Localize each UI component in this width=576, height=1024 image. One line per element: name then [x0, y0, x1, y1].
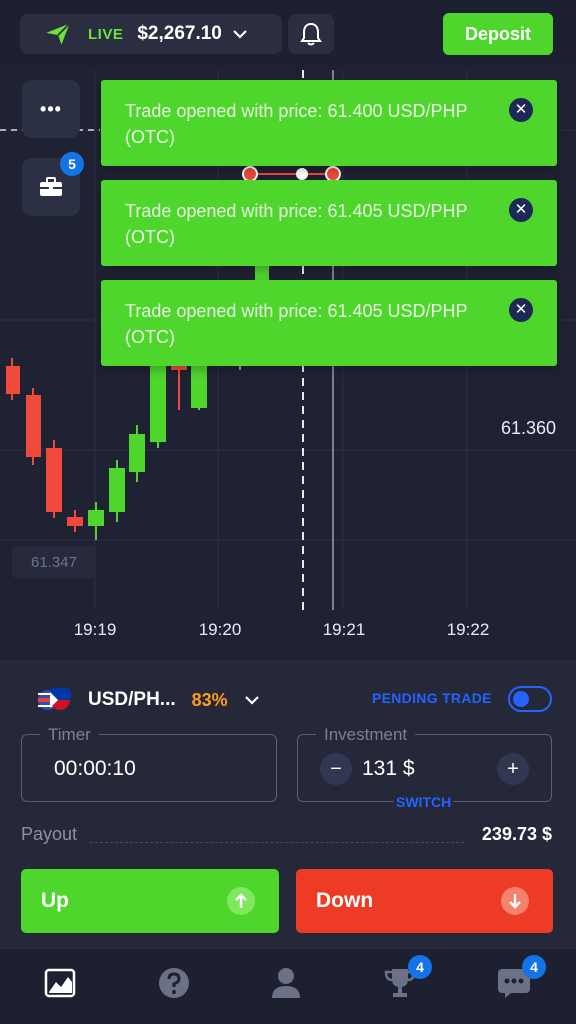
- up-button-label: Up: [41, 889, 69, 912]
- up-button[interactable]: Up: [21, 869, 279, 933]
- nav-profile[interactable]: [268, 965, 304, 1001]
- time-axis-label: 19:19: [73, 620, 117, 639]
- help-icon: [159, 968, 189, 998]
- account-selector[interactable]: LIVE $2,267.10: [20, 14, 282, 54]
- bottom-navigation: 4 4: [0, 948, 576, 1024]
- more-dots-icon: •••: [40, 98, 62, 119]
- nav-help[interactable]: [156, 965, 192, 1001]
- chat-badge: 4: [522, 955, 546, 979]
- account-mode-label: LIVE: [88, 25, 124, 43]
- notification-text: Trade opened with price: 61.400 USD/PHP …: [125, 101, 468, 147]
- trade-notification: Trade opened with price: 61.405 USD/PHP …: [101, 180, 557, 266]
- close-icon[interactable]: ✕: [509, 98, 533, 122]
- timer-field[interactable]: Timer 00:00:10: [21, 725, 277, 802]
- top-bar: LIVE $2,267.10 Deposit: [0, 0, 576, 70]
- notification-text: Trade opened with price: 61.405 USD/PHP …: [125, 301, 468, 347]
- price-chart[interactable]: ••• 5 61.360 61.347 19:19 19:20 19:21 19…: [0, 70, 576, 660]
- deposit-button[interactable]: Deposit: [443, 13, 553, 55]
- pending-trade-toggle[interactable]: [508, 686, 552, 712]
- nav-tournaments[interactable]: 4: [382, 955, 432, 1001]
- usd-php-flag-icon: [38, 688, 72, 710]
- trade-notification: Trade opened with price: 61.405 USD/PHP …: [101, 280, 557, 366]
- asset-name: USD/PH...: [88, 689, 176, 710]
- nav-chat[interactable]: 4: [496, 955, 546, 1001]
- payout-label: Payout: [21, 824, 78, 844]
- investment-label: Investment: [316, 725, 416, 745]
- tournaments-badge: 4: [408, 955, 432, 979]
- decrease-investment-button[interactable]: −: [320, 753, 352, 785]
- payout-divider: [90, 842, 464, 843]
- close-icon[interactable]: ✕: [509, 298, 533, 322]
- bell-icon: [300, 22, 322, 46]
- arrow-down-icon: [501, 887, 529, 915]
- account-balance: $2,267.10: [137, 23, 222, 44]
- switch-currency-button[interactable]: SWITCH: [394, 794, 454, 810]
- increase-investment-button[interactable]: +: [497, 753, 529, 785]
- payout-value: 239.73 $: [481, 824, 552, 844]
- chart-icon: [44, 968, 76, 998]
- pending-trade-label[interactable]: PENDING TRADE: [372, 690, 492, 706]
- timer-value[interactable]: 00:00:10: [54, 757, 136, 781]
- time-axis-label: 19:21: [322, 620, 366, 639]
- down-button-label: Down: [316, 889, 374, 912]
- down-button[interactable]: Down: [296, 869, 553, 933]
- asset-selector[interactable]: USD/PH... 83%: [36, 688, 260, 712]
- chevron-down-icon: [233, 30, 247, 39]
- trade-markers: [242, 166, 341, 182]
- briefcase-icon: [40, 177, 62, 196]
- investment-field[interactable]: Investment − 131 $ +: [297, 725, 552, 802]
- toggle-knob: [513, 691, 529, 707]
- close-icon[interactable]: ✕: [509, 198, 533, 222]
- time-axis-label: 19:20: [198, 620, 242, 639]
- paper-plane-icon: [46, 22, 71, 45]
- portfolio-count-badge: 5: [60, 152, 84, 176]
- chevron-down-icon: [244, 696, 259, 705]
- trade-notification: Trade opened with price: 61.400 USD/PHP …: [101, 80, 557, 166]
- nav-chart[interactable]: [42, 965, 78, 1001]
- notification-text: Trade opened with price: 61.405 USD/PHP …: [125, 201, 468, 247]
- notifications-button[interactable]: [288, 14, 334, 54]
- current-price-label: 61.360: [500, 418, 556, 438]
- low-price-label: 61.347: [12, 546, 96, 578]
- timer-label: Timer: [40, 725, 99, 745]
- chart-menu-button[interactable]: •••: [22, 80, 80, 138]
- time-axis-label: 19:22: [446, 620, 490, 639]
- asset-payout-percent: 83%: [191, 689, 228, 710]
- arrow-up-icon: [227, 887, 255, 915]
- trade-panel: USD/PH... 83% PENDING TRADE Timer 00:00:…: [0, 660, 576, 948]
- investment-value[interactable]: 131 $: [362, 757, 415, 781]
- user-icon: [272, 968, 300, 998]
